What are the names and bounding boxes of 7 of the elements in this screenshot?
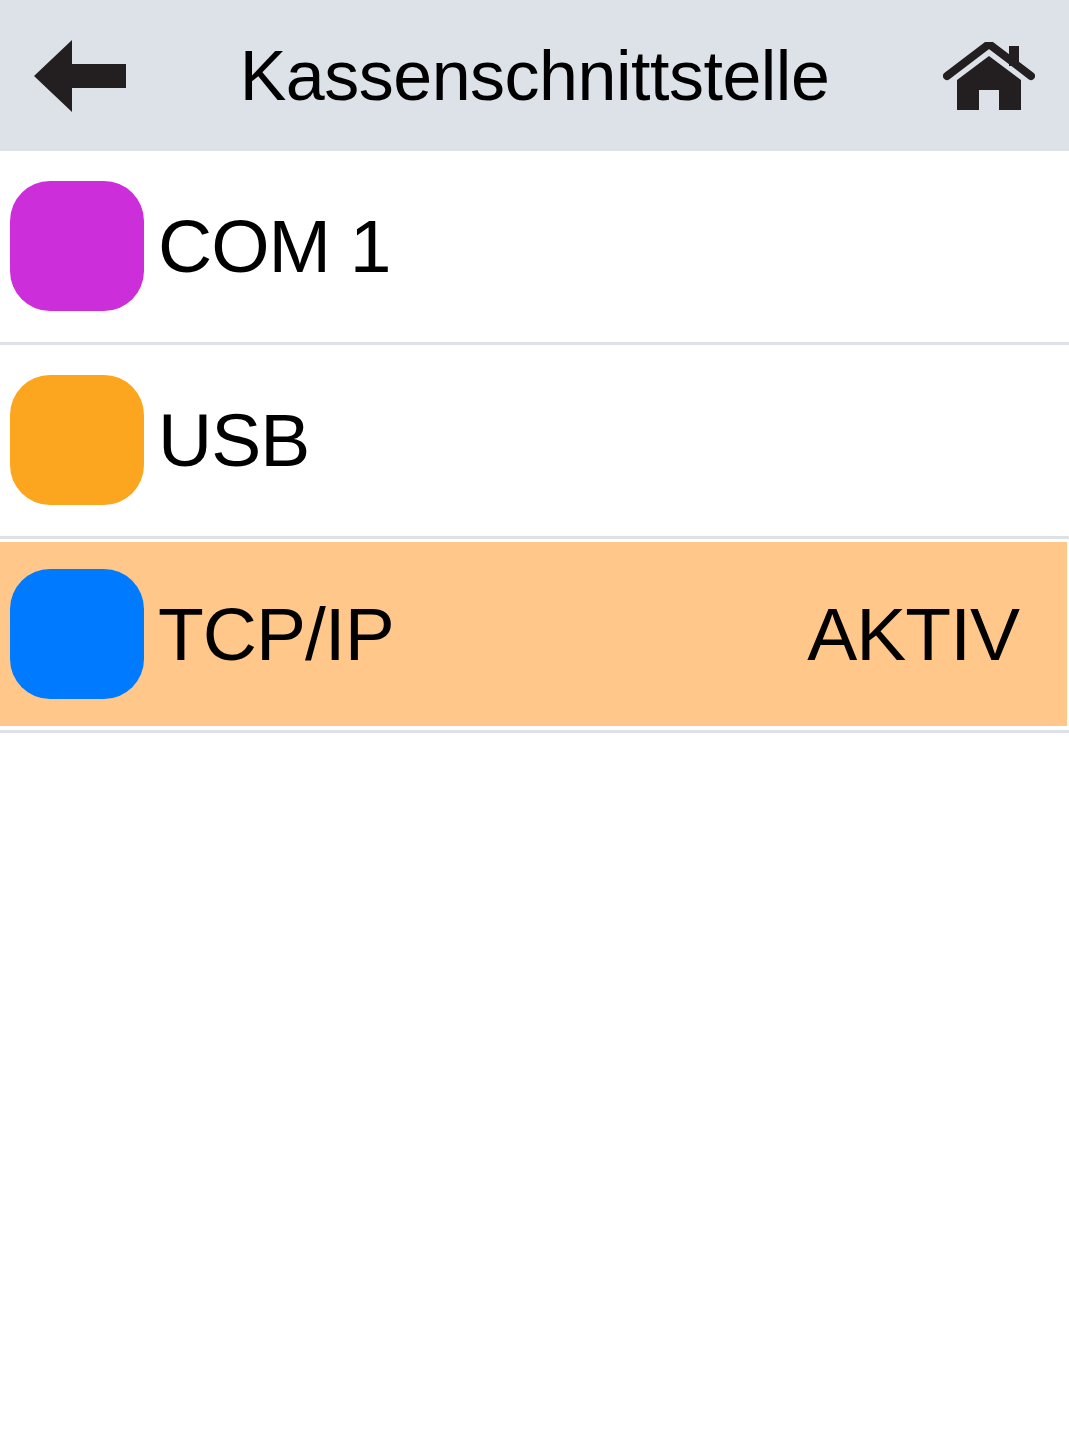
interface-row[interactable]: TCP/IP AKTIV bbox=[0, 542, 1067, 726]
back-button[interactable] bbox=[34, 39, 126, 112]
home-button[interactable] bbox=[943, 41, 1035, 110]
back-arrow-icon bbox=[34, 39, 126, 112]
screen-title: Kassenschnittstelle bbox=[239, 40, 830, 111]
home-icon bbox=[943, 41, 1035, 110]
status-label: AKTIV bbox=[807, 596, 1019, 672]
